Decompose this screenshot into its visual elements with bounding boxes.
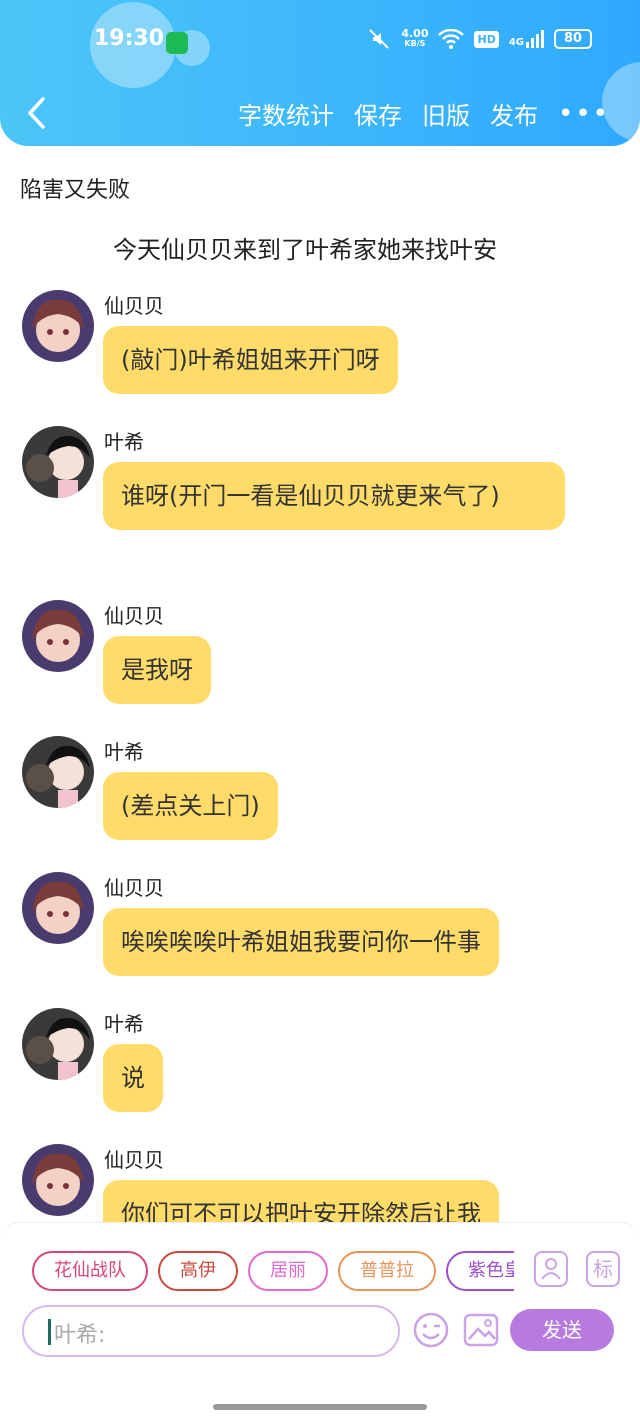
character-chip[interactable]: 高伊 — [158, 1251, 238, 1291]
top-header: 19:30 4.00 KB/S HD 4G 80 字数统计 保存 旧版 发布 •… — [0, 0, 640, 146]
speaker-name: 仙贝贝 — [104, 1148, 164, 1172]
hd-badge: HD — [474, 30, 499, 48]
avatar-xianbeibei[interactable] — [22, 600, 94, 672]
publish-button[interactable]: 发布 — [490, 96, 538, 131]
story-title[interactable]: 陷害又失败 — [20, 172, 130, 204]
message-bubble[interactable]: 你们可不可以把叶安开除然后让我 — [103, 1180, 499, 1222]
speaker-name: 叶希 — [104, 740, 144, 764]
message-bubble[interactable]: 是我呀 — [103, 636, 211, 704]
character-chip[interactable]: 居丽 — [248, 1251, 328, 1291]
avatar-xianbeibei[interactable] — [22, 872, 94, 944]
avatar-yexi[interactable] — [22, 426, 94, 498]
character-chip[interactable]: 普普拉 — [338, 1251, 436, 1291]
text-caret — [48, 1319, 51, 1345]
status-bar: 19:30 4.00 KB/S HD 4G 80 — [0, 24, 640, 58]
emoji-icon[interactable] — [412, 1311, 450, 1349]
net-speed-value: 4.00 — [401, 27, 429, 40]
avatar-yexi[interactable] — [22, 736, 94, 808]
chat-list[interactable]: 仙贝贝 (敲门)叶希姐姐来开门呀 叶希 谁呀(开门一看是仙贝贝就更来气了) 仙贝… — [0, 280, 640, 1222]
app-notification-icon — [166, 32, 188, 54]
tag-button[interactable]: 标 — [586, 1251, 620, 1287]
back-arrow-icon[interactable] — [24, 96, 50, 130]
message-bubble[interactable]: 说 — [103, 1044, 163, 1112]
speaker-name: 仙贝贝 — [104, 604, 164, 628]
message-input[interactable]: 叶希: — [22, 1305, 400, 1357]
person-card-icon[interactable] — [534, 1251, 568, 1287]
net-speed: 4.00 KB/S — [401, 27, 429, 49]
cell-signal-icon: 4G — [509, 30, 544, 48]
send-button[interactable]: 发送 — [510, 1309, 614, 1351]
character-chip[interactable]: 花仙战队 — [32, 1251, 148, 1291]
speaker-name: 叶希 — [104, 430, 144, 454]
character-chips[interactable]: 花仙战队 高伊 居丽 普普拉 紫色皇 — [32, 1251, 514, 1291]
message-bubble[interactable]: (差点关上门) — [103, 772, 278, 840]
signal-type: 4G — [508, 37, 524, 48]
save-button[interactable]: 保存 — [354, 96, 402, 131]
net-speed-unit: KB/S — [404, 39, 426, 48]
image-icon[interactable] — [462, 1311, 500, 1349]
message-bubble[interactable]: (敲门)叶希姐姐来开门呀 — [103, 326, 398, 394]
avatar-yexi[interactable] — [22, 1008, 94, 1080]
speaker-name: 叶希 — [104, 1012, 144, 1036]
mute-icon — [369, 29, 390, 49]
word-count-button[interactable]: 字数统计 — [238, 96, 334, 131]
home-indicator[interactable] — [213, 1404, 427, 1410]
composer-panel: 花仙战队 高伊 居丽 普普拉 紫色皇 标 叶希: 发送 — [0, 1222, 640, 1423]
character-chip[interactable]: 紫色皇 — [446, 1251, 514, 1291]
speaker-name: 仙贝贝 — [104, 294, 164, 318]
speaker-name: 仙贝贝 — [104, 876, 164, 900]
status-time: 19:30 — [94, 26, 165, 51]
narration-text[interactable]: 今天仙贝贝来到了叶希家她来找叶安 — [0, 230, 610, 265]
avatar-xianbeibei[interactable] — [22, 1144, 94, 1216]
battery-icon: 80 — [554, 29, 592, 49]
old-version-button[interactable]: 旧版 — [422, 96, 470, 131]
more-icon[interactable]: ••• — [558, 99, 610, 129]
input-placeholder: 叶希: — [54, 1323, 106, 1348]
nav-bar: 字数统计 保存 旧版 发布 ••• — [0, 92, 640, 138]
avatar-xianbeibei[interactable] — [22, 290, 94, 362]
message-bubble[interactable]: 谁呀(开门一看是仙贝贝就更来气了) — [103, 462, 565, 530]
wifi-icon — [438, 29, 465, 49]
message-bubble[interactable]: 唉唉唉唉叶希姐姐我要问你一件事 — [103, 908, 499, 976]
